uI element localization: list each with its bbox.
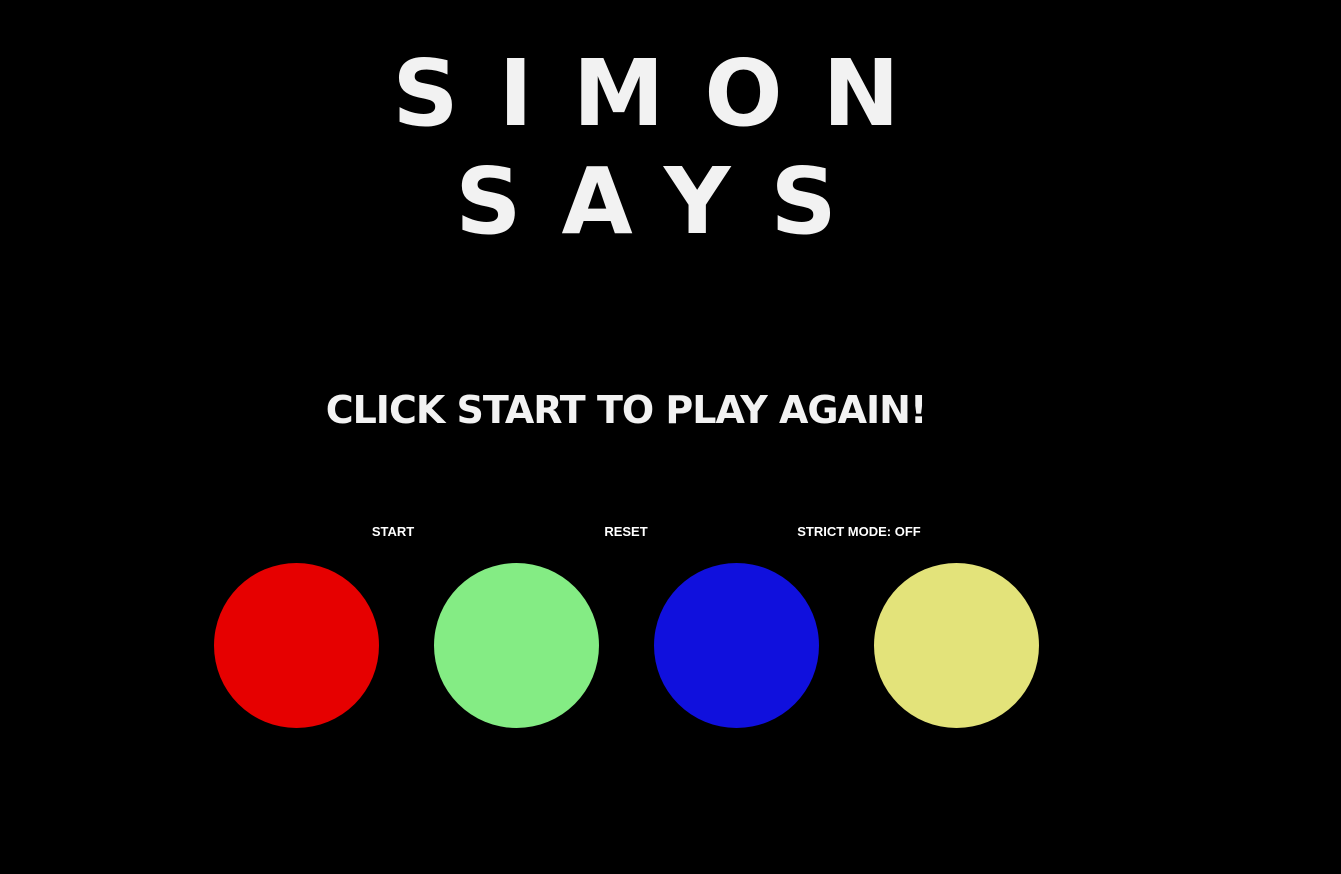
start-button[interactable]: START — [372, 524, 414, 539]
game-page: SIMON SAYS CLICK START TO PLAY AGAIN! ST… — [0, 0, 1341, 874]
color-pads — [0, 563, 1341, 729]
title-line-2: SAYS — [455, 148, 877, 255]
reset-button[interactable]: RESET — [604, 524, 647, 539]
yellow-pad[interactable] — [874, 563, 1039, 728]
blue-pad[interactable] — [654, 563, 819, 728]
controls-bar: START RESET STRICT MODE: OFF — [0, 524, 1341, 544]
green-pad[interactable] — [434, 563, 599, 728]
title-line-1: SIMON — [392, 40, 940, 147]
game-title: SIMON SAYS — [0, 40, 1292, 256]
status-message: CLICK START TO PLAY AGAIN! — [325, 388, 928, 432]
strict-mode-toggle[interactable]: STRICT MODE: OFF — [797, 524, 921, 539]
red-pad[interactable] — [214, 563, 379, 728]
